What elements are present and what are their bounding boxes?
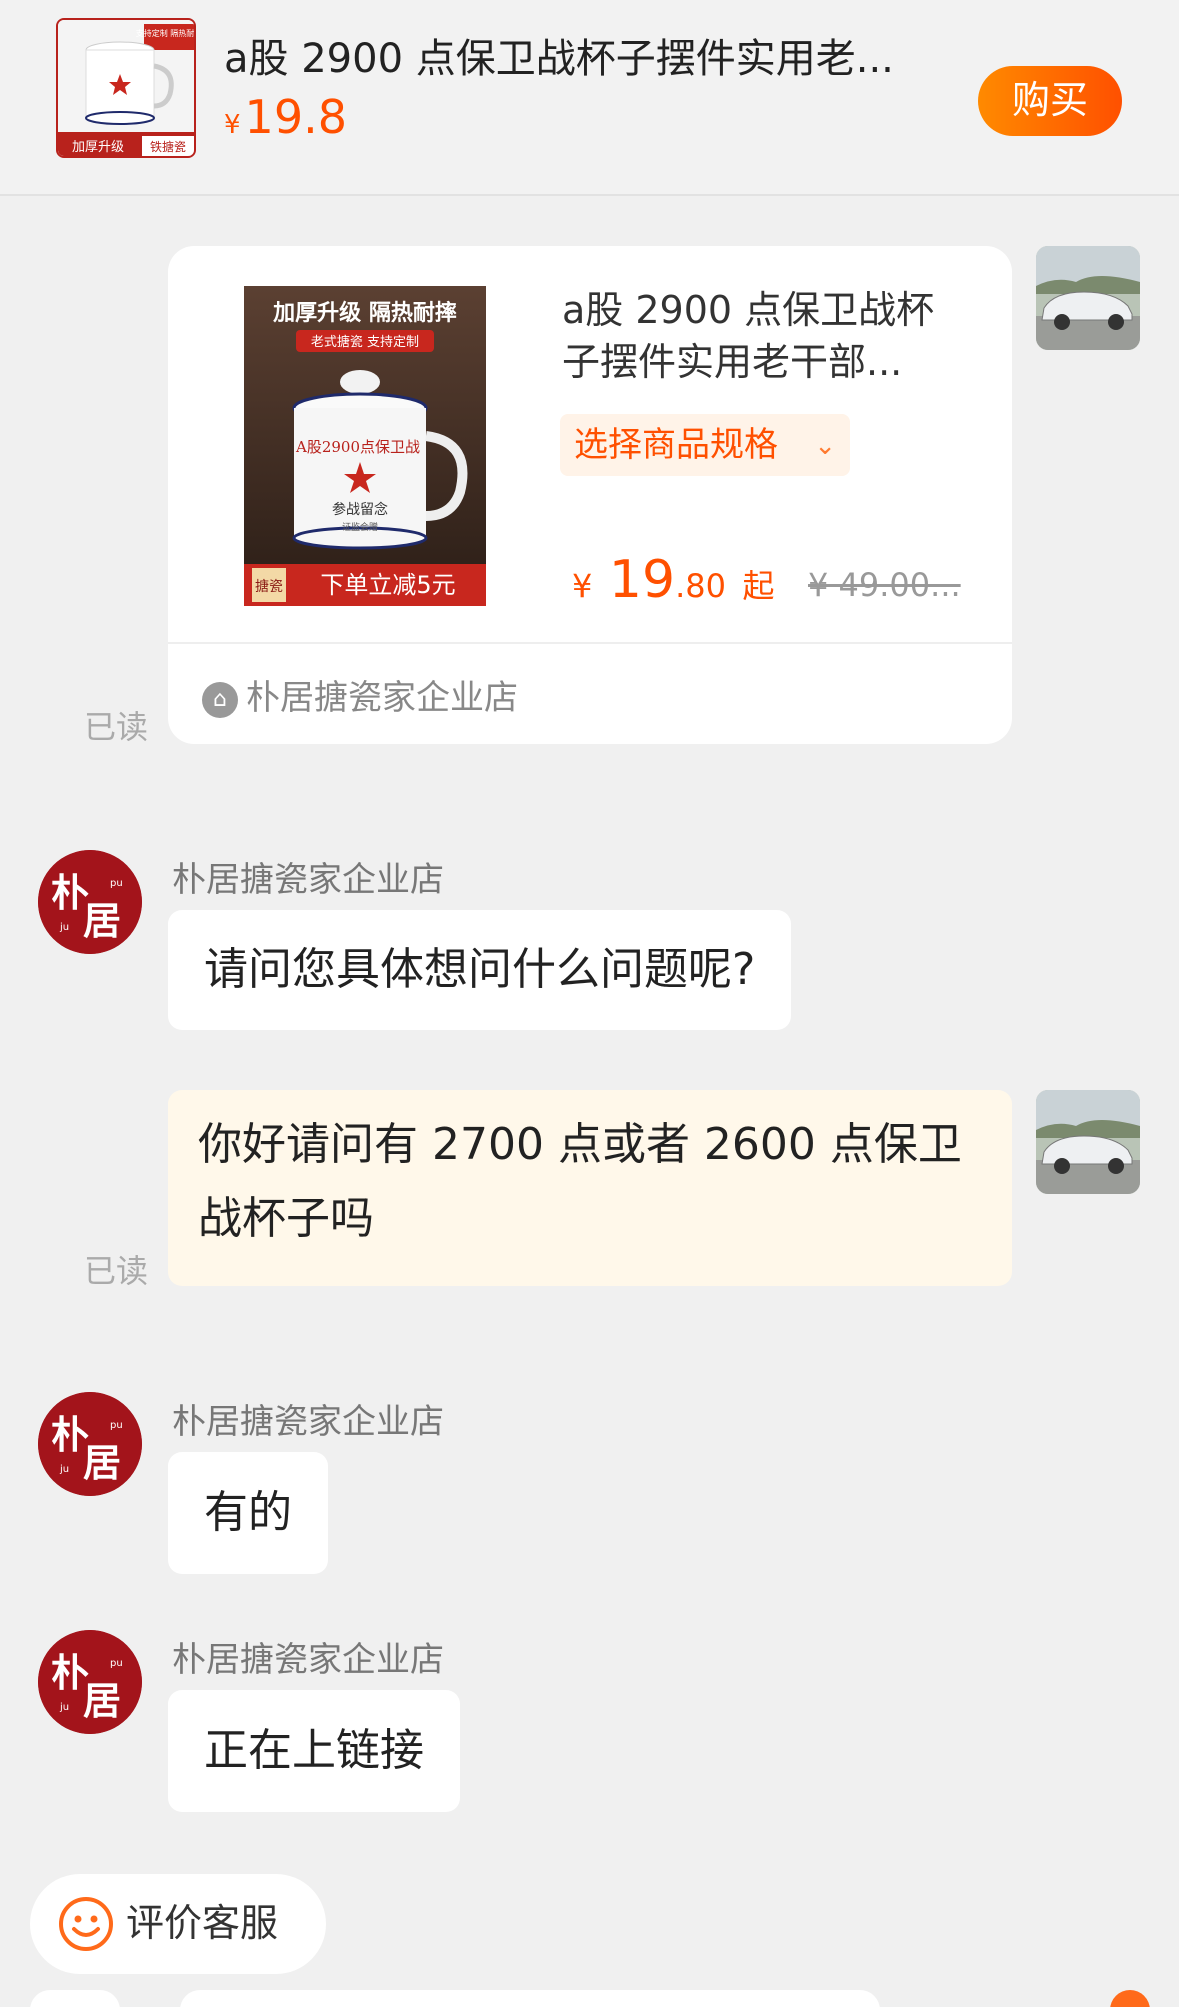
original-price: ¥ 49.00... bbox=[808, 566, 961, 604]
image-top-banner: 加厚升级 隔热耐摔 bbox=[272, 300, 457, 326]
message-sender: 朴居搪瓷家企业店 bbox=[172, 1402, 444, 1442]
card-price-suffix: 起 bbox=[742, 567, 775, 605]
card-shop-name: 朴居搪瓷家企业店 bbox=[246, 678, 518, 718]
shop-logo-pinyin1: pu bbox=[110, 878, 123, 889]
bottom-chip[interactable] bbox=[30, 1990, 120, 2007]
read-receipt: 已读 bbox=[84, 708, 149, 746]
message-bubble[interactable]: 有的 bbox=[168, 1452, 328, 1574]
thumb-badge-top: 支持定制 隔热耐摔 bbox=[136, 28, 196, 38]
price-value: 19.8 bbox=[244, 90, 347, 144]
message-sender: 朴居搪瓷家企业店 bbox=[172, 1640, 444, 1680]
shop-logo-char2: 居 bbox=[83, 1440, 121, 1485]
shop-logo-char2: 居 bbox=[83, 898, 121, 943]
shop-logo-icon: 朴 居 pu ju bbox=[38, 850, 142, 954]
card-divider bbox=[168, 642, 1012, 644]
read-receipt: 已读 bbox=[84, 1252, 149, 1290]
chevron-down-icon: ⌄ bbox=[814, 430, 836, 460]
product-card-image: 加厚升级 隔热耐摔 老式搪瓷 支持定制 A股2900点保卫战 参战留念 证监会赠… bbox=[244, 286, 486, 606]
image-sub-banner: 老式搪瓷 支持定制 bbox=[311, 334, 419, 350]
thumb-badge-bottom-1: 加厚升级 bbox=[72, 140, 124, 155]
user-avatar[interactable] bbox=[1036, 246, 1140, 350]
message-sender: 朴居搪瓷家企业店 bbox=[172, 860, 444, 900]
card-price-currency: ¥ bbox=[572, 567, 593, 605]
user-avatar[interactable] bbox=[1036, 1090, 1140, 1194]
product-thumbnail[interactable]: 支持定制 隔热耐摔 加厚升级 铁搪瓷 bbox=[56, 18, 196, 158]
shop-logo-pinyin2: ju bbox=[59, 922, 69, 933]
card-price-dec: .80 bbox=[675, 567, 726, 605]
product-card-price: ¥ 19.80 起 bbox=[572, 550, 775, 616]
shop-logo-pinyin1: pu bbox=[110, 1420, 123, 1431]
image-corner-tag: 搪瓷 bbox=[255, 579, 283, 595]
product-header-bar: 支持定制 隔热耐摔 加厚升级 铁搪瓷 a股 2900 点保卫战杯子摆件实用老..… bbox=[0, 0, 1179, 196]
product-price: ¥19.8 bbox=[224, 92, 347, 150]
mug-image: 支持定制 隔热耐摔 加厚升级 铁搪瓷 bbox=[58, 20, 196, 156]
bottom-chip[interactable] bbox=[180, 1990, 880, 2007]
shop-logo-icon: 朴 居 pu ju bbox=[38, 1392, 142, 1496]
product-card[interactable]: 加厚升级 隔热耐摔 老式搪瓷 支持定制 A股2900点保卫战 参战留念 证监会赠… bbox=[168, 246, 1012, 744]
shop-avatar[interactable]: 朴 居 pu ju bbox=[38, 1630, 142, 1734]
smile-icon bbox=[59, 1897, 113, 1951]
shop-logo-char2: 居 bbox=[83, 1678, 121, 1723]
card-price-int: 19 bbox=[608, 550, 676, 610]
product-title[interactable]: a股 2900 点保卫战杯子摆件实用老... bbox=[224, 26, 924, 84]
message-bubble[interactable]: 正在上链接 bbox=[168, 1690, 460, 1812]
thumb-badge-bottom-2: 铁搪瓷 bbox=[150, 139, 186, 154]
my-message-bubble[interactable]: 你好请问有 2700 点或者 2600 点保卫战杯子吗 bbox=[168, 1090, 1012, 1286]
select-spec-label: 选择商品规格 bbox=[574, 426, 778, 464]
shop-icon: ⌂ bbox=[202, 681, 238, 718]
notification-dot bbox=[1110, 1990, 1150, 2007]
mug-text-line2: 参战留念 bbox=[332, 501, 388, 518]
shop-avatar[interactable]: 朴 居 pu ju bbox=[38, 850, 142, 954]
mug-text-line1: A股2900点保卫战 bbox=[295, 438, 420, 456]
message-bubble[interactable]: 请问您具体想问什么问题呢? bbox=[168, 910, 792, 1030]
rate-service-button[interactable]: 评价客服 bbox=[30, 1874, 326, 1974]
chat-screen: 支持定制 隔热耐摔 加厚升级 铁搪瓷 a股 2900 点保卫战杯子摆件实用老..… bbox=[0, 0, 1179, 2007]
rate-service-label: 评价客服 bbox=[126, 1903, 279, 1945]
shop-logo-pinyin1: pu bbox=[110, 1658, 123, 1669]
car-photo-icon bbox=[1036, 246, 1140, 350]
mug-text-line3: 证监会赠 bbox=[342, 521, 378, 533]
shop-logo-icon: 朴 居 pu ju bbox=[38, 1630, 142, 1734]
select-spec-button[interactable]: 选择商品规格 ⌄ bbox=[560, 414, 850, 476]
shop-logo-pinyin2: ju bbox=[59, 1464, 69, 1475]
car-photo-icon bbox=[1036, 1090, 1140, 1194]
buy-button[interactable]: 购买 bbox=[978, 66, 1122, 136]
shop-avatar[interactable]: 朴 居 pu ju bbox=[38, 1392, 142, 1496]
image-promo: 下单立减5元 bbox=[320, 571, 455, 599]
shop-logo-pinyin2: ju bbox=[59, 1702, 69, 1713]
card-shop-link[interactable]: ⌂ 朴居搪瓷家企业店 bbox=[202, 670, 518, 719]
product-card-title[interactable]: a股 2900 点保卫战杯子摆件实用老干部... bbox=[562, 284, 962, 388]
price-currency: ¥ bbox=[224, 110, 241, 140]
